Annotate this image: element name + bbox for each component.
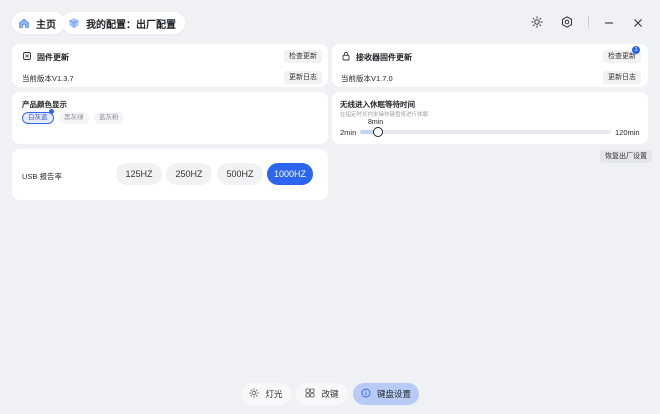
sleep-slider-knob[interactable]	[373, 127, 383, 137]
light-icon	[249, 388, 260, 400]
rate-125hz-button[interactable]: 125HZ	[116, 163, 162, 185]
firmware-title-row: 固件更新	[22, 51, 69, 63]
chip-icon	[22, 51, 32, 63]
color-option-blue-gray-pink[interactable]: 蓝灰粉	[94, 112, 124, 124]
slider-max-label: 120min	[615, 128, 640, 137]
firmware-check-update-button[interactable]: 检查更新	[284, 50, 322, 63]
firmware-version: 当前版本V1.3.7	[22, 74, 74, 83]
slider-current-label: 8min	[368, 119, 384, 126]
brightness-button[interactable]	[526, 12, 548, 34]
grid-icon	[305, 388, 315, 400]
factory-reset-button[interactable]: 恢复出厂设置	[600, 150, 652, 163]
sleep-title: 无线进入休眠等待时间	[340, 100, 415, 109]
update-badge: 1	[632, 46, 640, 54]
rate-1000hz-button[interactable]: 1000HZ	[267, 163, 313, 185]
sun-icon	[531, 15, 543, 31]
home-tab[interactable]: 主页	[12, 12, 65, 34]
receiver-version: 当前版本V1.7.0	[341, 74, 393, 83]
receiver-title-row: 接收器固件更新	[341, 51, 412, 63]
remap-tab[interactable]: 改键	[296, 383, 348, 405]
config-label: 我的配置：出厂配置	[86, 19, 176, 31]
keyboard-settings-tab[interactable]: 键盘设置	[353, 383, 419, 405]
slider-min-label: 2min	[340, 128, 357, 137]
lock-icon	[341, 51, 351, 63]
selected-dot	[49, 109, 54, 114]
color-option-white-gray-blue[interactable]: 白灰蓝	[22, 112, 54, 124]
close-button[interactable]	[627, 12, 649, 34]
receiver-title: 接收器固件更新	[356, 52, 412, 62]
config-tab[interactable]: 我的配置：出厂配置	[62, 12, 185, 34]
receiver-changelog-button[interactable]: 更新日志	[603, 71, 641, 84]
usb-report-rate-label: USB 报告率	[22, 172, 63, 181]
close-icon	[633, 16, 643, 31]
minimize-icon	[604, 16, 614, 31]
sleep-slider-track[interactable]	[360, 127, 611, 137]
home-label: 主页	[36, 19, 56, 31]
home-icon	[17, 17, 30, 30]
cube-icon	[67, 17, 80, 30]
light-label: 灯光	[265, 389, 283, 399]
minimize-button[interactable]	[598, 12, 620, 34]
rate-500hz-button[interactable]: 500HZ	[217, 163, 263, 185]
keyboard-settings-label: 键盘设置	[376, 389, 411, 399]
color-title: 产品颜色显示	[22, 100, 67, 109]
light-tab[interactable]: 灯光	[241, 383, 291, 405]
settings-button[interactable]	[556, 12, 578, 34]
toolbar-divider	[588, 16, 589, 28]
gear-icon	[561, 15, 573, 31]
remap-label: 改键	[321, 389, 339, 399]
firmware-title: 固件更新	[37, 52, 69, 62]
rate-250hz-button[interactable]: 250HZ	[166, 163, 212, 185]
color-option-black-gray-green[interactable]: 黑灰绿	[59, 112, 89, 124]
firmware-changelog-button[interactable]: 更新日志	[284, 71, 322, 84]
info-icon	[361, 388, 371, 400]
sleep-subtitle: 在指定时长内未操作键盘将进行休眠	[340, 112, 429, 118]
